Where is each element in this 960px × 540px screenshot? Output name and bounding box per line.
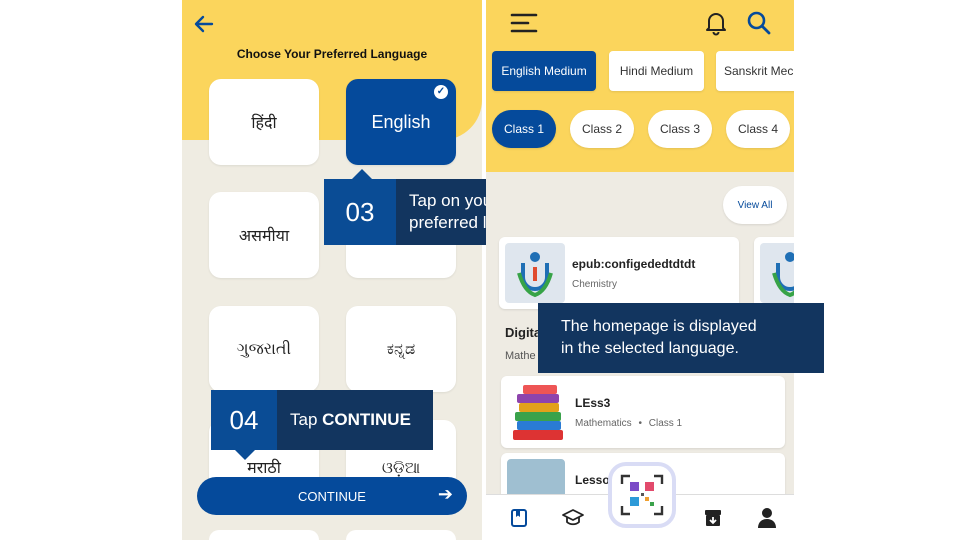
callout-pointer xyxy=(235,450,255,460)
class-chip-2[interactable]: Class 2 xyxy=(570,110,634,148)
library-icon[interactable] xyxy=(508,507,530,529)
chip-label: Class 4 xyxy=(737,122,778,136)
language-option-assamese[interactable]: असमीया xyxy=(209,192,319,278)
language-label: ଓଡ଼ିଆ xyxy=(381,458,421,477)
arrow-right-icon: ➔ xyxy=(437,484,453,504)
language-label: ಕನ್ನಡ xyxy=(386,339,416,358)
view-all-label: View All xyxy=(737,199,773,211)
medium-chip-hindi[interactable]: Hindi Medium xyxy=(609,51,704,91)
section-title: Digita xyxy=(505,325,542,340)
language-label: हिंदी xyxy=(251,113,277,132)
item-class: Class 1 xyxy=(648,418,683,429)
item-title: LEss3 xyxy=(575,396,611,410)
check-icon: ✓ xyxy=(434,85,448,99)
callout-text-prefix: Tap xyxy=(290,410,323,429)
books-icon xyxy=(509,380,567,444)
callout-number: 03 xyxy=(324,179,396,245)
bullet-separator: • xyxy=(638,418,642,429)
content-thumbnail xyxy=(505,243,565,303)
bell-icon[interactable] xyxy=(704,10,728,36)
language-option-hindi[interactable]: हिंदी xyxy=(209,79,319,165)
language-selection-screen: Choose Your Preferred Language हिंदी Eng… xyxy=(182,0,482,540)
language-option-kannada[interactable]: ಕನ್ನಡ xyxy=(346,306,456,392)
callout-pointer xyxy=(352,169,372,179)
callout-text-bold: CONTINUE xyxy=(322,410,411,429)
lesson-thumbnail xyxy=(507,459,565,499)
content-card[interactable]: epub:configededtdtdt Chemistry xyxy=(499,237,739,309)
card-title: epub:configededtdtdt xyxy=(572,257,696,271)
list-item[interactable]: LEss3 Mathematics • Class 1 xyxy=(501,376,785,448)
card-peek-left xyxy=(209,530,319,540)
diksha-logo-icon xyxy=(517,252,553,298)
callout-line: in the selected language. xyxy=(561,340,739,357)
homepage-screen: English Medium Hindi Medium Sanskrit Mec… xyxy=(486,0,794,540)
item-subject: Mathematics xyxy=(575,418,632,429)
item-meta: Mathematics • Class 1 xyxy=(575,418,682,429)
callout-step-04: 04 Tap CONTINUE xyxy=(211,390,433,460)
continue-button[interactable]: CONTINUE ➔ xyxy=(197,477,467,515)
medium-chip-english[interactable]: English Medium xyxy=(492,51,596,91)
continue-label: CONTINUE xyxy=(298,488,366,504)
callout-number: 04 xyxy=(211,390,277,450)
language-label: English xyxy=(371,111,431,132)
language-label: असमीया xyxy=(238,226,290,245)
callout-text: Tap CONTINUE xyxy=(277,390,433,450)
qr-scan-button[interactable] xyxy=(608,462,676,528)
callout-line: The homepage is displayed xyxy=(561,318,757,335)
language-option-english[interactable]: English ✓ xyxy=(346,79,456,165)
chip-label: Sanskrit Mec xyxy=(724,64,794,78)
chip-label: Class 1 xyxy=(503,122,544,136)
diksha-logo-icon xyxy=(772,252,794,298)
medium-chip-sanskrit[interactable]: Sanskrit Mec xyxy=(716,51,794,91)
class-chip-4[interactable]: Class 4 xyxy=(726,110,790,148)
callout-text: The homepage is displayed in the selecte… xyxy=(538,303,824,373)
language-option-gujarati[interactable]: ગુજરાતી xyxy=(209,306,319,392)
search-icon[interactable] xyxy=(746,10,772,36)
chip-label: English Medium xyxy=(501,64,587,78)
page-title: Choose Your Preferred Language xyxy=(236,47,428,61)
card-peek-right xyxy=(346,530,456,540)
callout-line: Tap on your xyxy=(409,191,498,210)
qr-scanner-icon xyxy=(620,474,664,516)
chip-label: Class 3 xyxy=(659,122,700,136)
courses-icon[interactable] xyxy=(561,507,585,529)
card-subject: Chemistry xyxy=(572,279,618,290)
callout-homepage: The homepage is displayed in the selecte… xyxy=(538,303,824,373)
view-all-button[interactable]: View All xyxy=(723,186,787,224)
content-thumbnail xyxy=(760,243,794,303)
menu-icon[interactable] xyxy=(510,12,538,34)
class-chip-1[interactable]: Class 1 xyxy=(492,110,556,148)
language-label: ગુજરાતી xyxy=(236,339,292,358)
section-subtitle: Mathe xyxy=(505,350,536,362)
chip-label: Hindi Medium xyxy=(619,64,694,78)
class-chip-3[interactable]: Class 3 xyxy=(648,110,712,148)
profile-icon[interactable] xyxy=(756,506,778,530)
downloads-icon[interactable] xyxy=(702,507,724,529)
chip-label: Class 2 xyxy=(581,122,622,136)
back-arrow-icon[interactable] xyxy=(192,12,216,36)
content-card-peek[interactable] xyxy=(754,237,794,309)
